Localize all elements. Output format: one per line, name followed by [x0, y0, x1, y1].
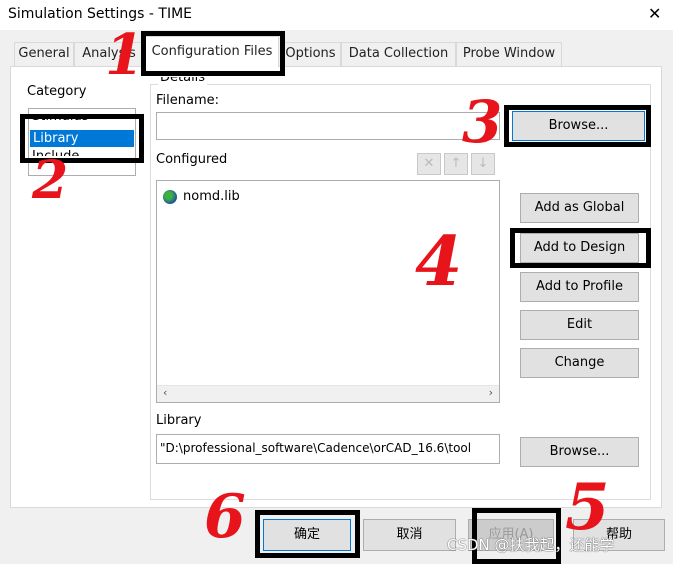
highlight-box-browse	[504, 105, 651, 147]
highlight-box-add-design	[510, 228, 651, 268]
move-up-icon[interactable]: ↑	[444, 153, 468, 175]
edit-button[interactable]: Edit	[520, 310, 639, 340]
window-title: Simulation Settings - TIME	[8, 6, 193, 22]
close-icon[interactable]: ✕	[648, 4, 661, 23]
annotation-1: 1	[105, 22, 144, 88]
move-down-icon[interactable]: ↓	[471, 153, 495, 175]
tab-data-collection[interactable]: Data Collection	[341, 42, 456, 66]
annotation-4: 4	[415, 222, 463, 302]
filename-input[interactable]	[156, 112, 500, 140]
tab-options[interactable]: Options	[280, 42, 341, 66]
change-button[interactable]: Change	[520, 348, 639, 378]
delete-icon[interactable]: ✕	[417, 153, 441, 175]
horizontal-scrollbar[interactable]: ‹ ›	[157, 385, 499, 402]
globe-icon	[163, 190, 177, 204]
add-to-profile-button[interactable]: Add to Profile	[520, 272, 639, 302]
add-as-global-button[interactable]: Add as Global	[520, 193, 639, 223]
cancel-button[interactable]: 取消	[363, 519, 456, 551]
scroll-left-icon[interactable]: ‹	[163, 386, 167, 399]
annotation-3: 3	[462, 88, 503, 156]
library-input[interactable]: "D:\professional_software\Cadence\orCAD_…	[156, 434, 500, 464]
annotation-2: 2	[32, 150, 69, 211]
filename-label: Filename:	[156, 93, 220, 108]
highlight-box-tab	[141, 31, 285, 76]
category-label: Category	[27, 84, 87, 99]
library-label: Library	[156, 413, 202, 428]
highlight-box-ok	[255, 510, 360, 558]
tab-general[interactable]: General	[14, 42, 74, 66]
scroll-right-icon[interactable]: ›	[489, 386, 493, 399]
annotation-6: 6	[204, 482, 246, 552]
browse-library-button[interactable]: Browse...	[520, 437, 639, 467]
configured-label: Configured	[156, 152, 228, 167]
tab-probe-window[interactable]: Probe Window	[456, 42, 562, 66]
watermark: CSDN @扶我起，还能学	[447, 536, 615, 554]
configured-item[interactable]: nomd.lib	[183, 189, 240, 204]
